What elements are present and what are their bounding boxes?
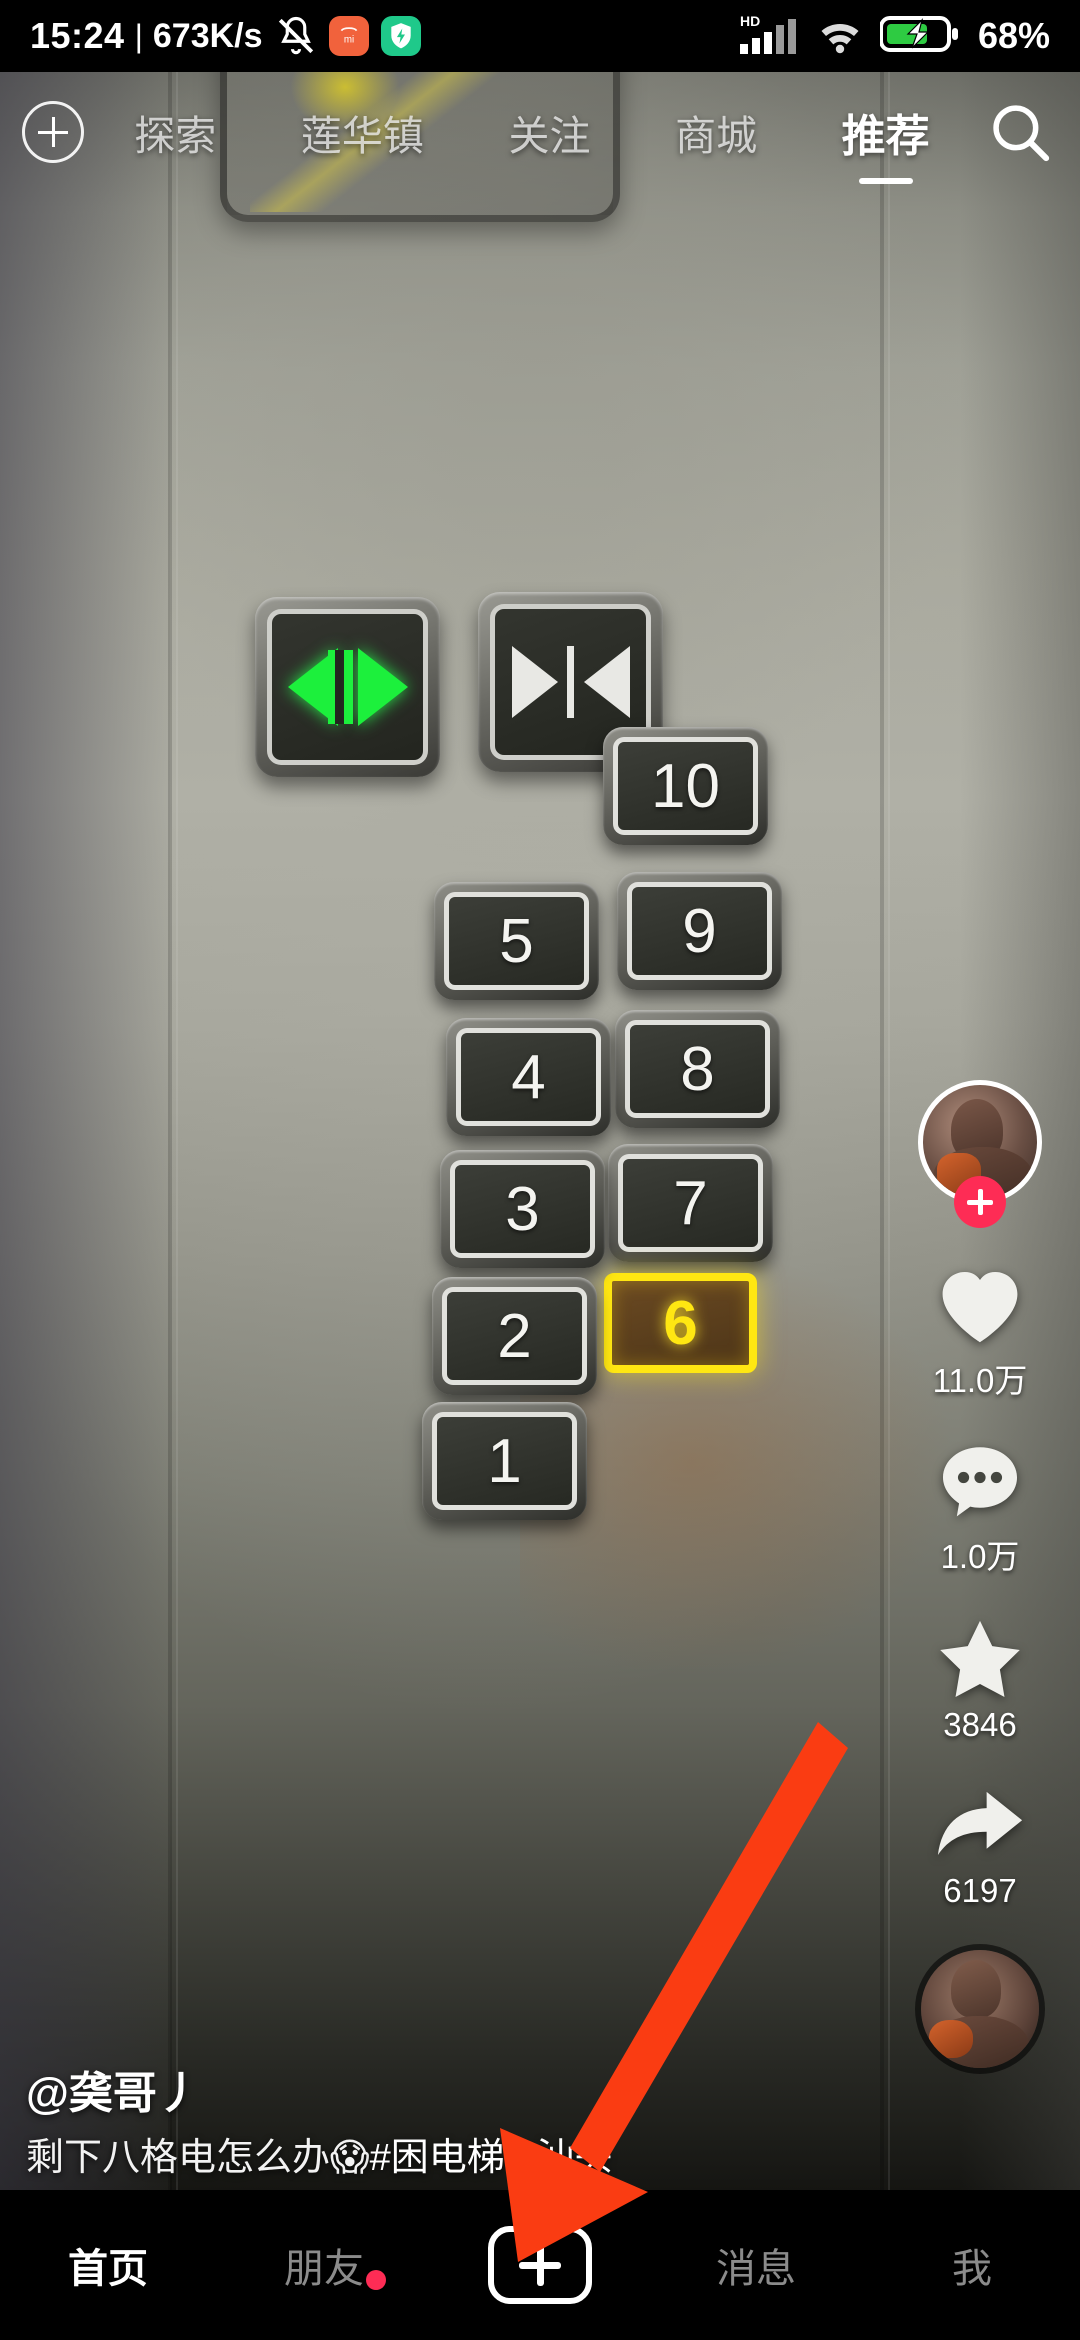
- floor-button-1: 1: [422, 1402, 587, 1520]
- follow-button[interactable]: [954, 1176, 1006, 1228]
- like-count: 11.0万: [932, 1362, 1028, 1399]
- floor-button-7: 7: [608, 1144, 773, 1262]
- bottom-nav-messages[interactable]: 消息: [648, 2236, 864, 2294]
- bottom-navigation: 首页 朋友 消息 我: [0, 2190, 1080, 2340]
- floor-button-5: 5: [434, 882, 599, 1000]
- xiaomi-appstore-icon: mi: [328, 16, 369, 56]
- hashtag-1[interactable]: #困电梯: [370, 2137, 505, 2179]
- hd-signal-icon: HD: [738, 11, 800, 62]
- bottom-nav-messages-label: 消息: [716, 2247, 796, 2291]
- mute-bell-icon: [278, 16, 313, 55]
- bottom-nav-friends-label: 朋友: [284, 2247, 364, 2291]
- search-icon: [993, 105, 1050, 162]
- floor-button-10: 10: [603, 727, 768, 845]
- elevator-wall-left: [0, 72, 170, 2340]
- clock: 15:24: [30, 15, 125, 56]
- floor-button-3: 3: [440, 1150, 605, 1268]
- status-app-icons: mi: [275, 15, 421, 57]
- elevator-door-open-button: [255, 597, 440, 777]
- status-bar-left: 15:24 | 673K/s mi: [30, 15, 421, 57]
- floor-button-8: 8: [615, 1010, 780, 1128]
- floor-label: 9: [627, 882, 772, 980]
- status-separator: |: [134, 17, 143, 54]
- plus-circle-icon[interactable]: [22, 101, 84, 163]
- bottom-nav-profile[interactable]: 我: [864, 2236, 1080, 2294]
- floor-button-4: 4: [446, 1018, 611, 1136]
- floor-label: 5: [444, 892, 589, 990]
- caption-body: 剩下八格电怎么办😱: [26, 2136, 370, 2179]
- hashtag-2[interactable]: #汕头: [515, 2137, 612, 2179]
- security-shield-icon: [380, 16, 421, 56]
- tab-following[interactable]: 关注: [504, 102, 594, 162]
- floor-label: 8: [625, 1020, 770, 1118]
- nav-tabs: 探索 莲华镇 关注 商城 推荐: [92, 100, 972, 184]
- plus-icon[interactable]: [488, 2226, 592, 2304]
- floor-label: 1: [432, 1412, 577, 1510]
- tab-recommend-label: 推荐: [841, 112, 930, 161]
- door-close-icon: [511, 646, 630, 718]
- heart-icon[interactable]: [932, 1260, 1028, 1352]
- caption-text: 剩下八格电怎么办😱#困电梯 #汕头: [26, 2135, 746, 2183]
- status-bar: 15:24 | 673K/s mi HD 68%: [0, 0, 1080, 72]
- battery-charging-icon: [878, 13, 960, 60]
- friends-badge-dot: [366, 2270, 386, 2290]
- bottom-nav-home[interactable]: 首页: [0, 2236, 216, 2294]
- comment-action[interactable]: 1.0万: [932, 1436, 1028, 1578]
- floor-button-9: 9: [617, 872, 782, 990]
- floor-button-2: 2: [432, 1277, 597, 1395]
- status-bar-right: HD 68%: [738, 11, 1050, 62]
- share-action[interactable]: 6197: [932, 1778, 1028, 1910]
- floor-label: 4: [456, 1028, 601, 1126]
- svg-text:HD: HD: [740, 13, 760, 29]
- tab-explore[interactable]: 探索: [130, 102, 220, 162]
- wifi-icon: [814, 12, 866, 61]
- video-caption: @䶮哥丿 剩下八格电怎么办😱#困电梯 #汕头: [26, 2057, 746, 2183]
- bottom-nav-profile-label: 我: [952, 2247, 992, 2291]
- author-username[interactable]: @䶮哥丿: [26, 2057, 746, 2121]
- wall-seam: [888, 72, 890, 2340]
- floor-label: 3: [450, 1160, 595, 1258]
- floor-label: 2: [442, 1287, 587, 1385]
- favorite-count: 3846: [943, 1706, 1017, 1743]
- create-post-button[interactable]: [432, 2226, 648, 2304]
- door-open-icon: [287, 648, 408, 726]
- share-count: 6197: [943, 1872, 1017, 1909]
- tab-mall[interactable]: 商城: [671, 102, 761, 162]
- action-rail: 11.0万 1.0万 3846 6197: [900, 1080, 1060, 2068]
- tab-recommend[interactable]: 推荐: [838, 100, 934, 184]
- phone-screen: 10 9 8 7 6 5 4 3 2 1 15:24 | 673K/s mi H…: [0, 0, 1080, 2340]
- author-avatar[interactable]: [918, 1080, 1042, 1228]
- wall-seam: [176, 72, 178, 2340]
- search-button[interactable]: [982, 94, 1058, 170]
- comment-count: 1.0万: [940, 1538, 1020, 1575]
- floor-label: 10: [613, 737, 758, 835]
- floor-label: 6: [604, 1273, 757, 1373]
- top-navigation: 探索 莲华镇 关注 商城 推荐: [0, 72, 1080, 192]
- music-disc-avatar[interactable]: [921, 1950, 1039, 2068]
- favorite-action[interactable]: 3846: [932, 1612, 1028, 1744]
- like-action[interactable]: 11.0万: [932, 1260, 1028, 1402]
- network-speed: 673K/s: [152, 16, 263, 55]
- bottom-nav-friends[interactable]: 朋友: [216, 2236, 432, 2294]
- wall-seam: [880, 72, 884, 2340]
- tab-active-indicator: [858, 178, 913, 184]
- floor-label: 7: [618, 1154, 763, 1252]
- wall-seam: [168, 72, 172, 2340]
- add-friends-button[interactable]: [22, 101, 92, 163]
- comment-icon[interactable]: [932, 1436, 1028, 1528]
- battery-percent: 68%: [977, 15, 1050, 56]
- share-icon[interactable]: [932, 1778, 1028, 1870]
- svg-text:mi: mi: [343, 35, 353, 46]
- star-icon[interactable]: [932, 1612, 1028, 1704]
- door-open-face: [267, 609, 428, 765]
- tab-lianhuazhen[interactable]: 莲华镇: [297, 102, 428, 162]
- bottom-nav-home-label: 首页: [68, 2247, 148, 2291]
- floor-button-6-lit: 6: [598, 1267, 763, 1379]
